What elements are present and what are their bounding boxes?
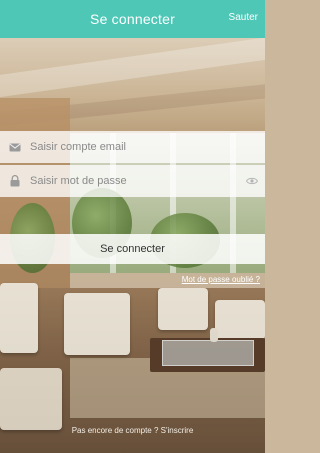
envelope-icon — [0, 143, 30, 152]
forgot-password-link[interactable]: Mot de passe oublié ? — [182, 275, 260, 284]
page-title: Se connecter — [90, 11, 175, 27]
eye-icon[interactable] — [239, 177, 265, 185]
login-form — [0, 131, 265, 199]
lock-icon — [0, 175, 30, 187]
login-button[interactable]: Se connecter — [0, 234, 265, 264]
password-field — [0, 165, 265, 197]
top-bar: Se connecter Sauter — [0, 0, 265, 38]
signup-link[interactable]: Pas encore de compte ? S'inscrire — [0, 426, 265, 435]
skip-button[interactable]: Sauter — [229, 12, 258, 23]
email-input[interactable] — [30, 131, 265, 163]
password-input[interactable] — [30, 165, 239, 197]
email-field — [0, 131, 265, 163]
